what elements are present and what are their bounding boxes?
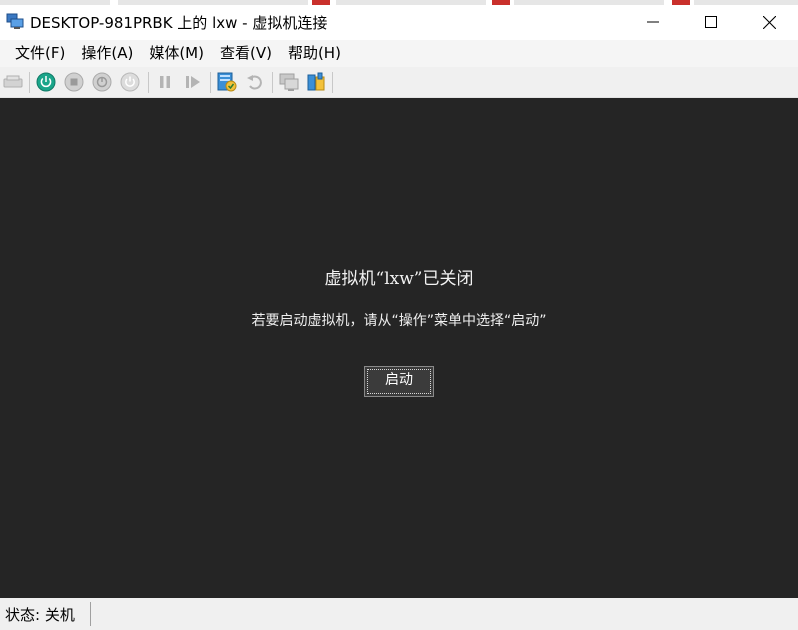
toolbar-separator (272, 72, 273, 93)
menu-view[interactable]: 查看(V) (212, 40, 280, 67)
vm-connection-window: DESKTOP-981PRBK 上的 lxw - 虚拟机连接 文件(F) 操作(… (0, 0, 798, 630)
focus-rectangle (367, 369, 431, 394)
start-button[interactable]: 启动 (364, 366, 434, 397)
menu-help[interactable]: 帮助(H) (280, 40, 349, 67)
share-icon (307, 72, 325, 91)
save-icon (120, 72, 140, 92)
enhanced-session-icon (279, 73, 299, 91)
menu-media[interactable]: 媒体(M) (141, 40, 212, 67)
checkpoint-icon (217, 72, 237, 92)
toolbar (0, 67, 798, 98)
reset-button[interactable] (182, 71, 204, 93)
revert-button[interactable] (244, 71, 266, 93)
vm-display-area[interactable]: 虚拟机“lxw”已关闭 若要启动虚拟机，请从“操作”菜单中选择“启动” 启动 (0, 98, 798, 598)
menu-bar: 文件(F) 操作(A) 媒体(M) 查看(V) 帮助(H) (0, 40, 798, 67)
ctrl-alt-del-button[interactable] (2, 71, 24, 93)
toolbar-separator (148, 72, 149, 93)
menu-file[interactable]: 文件(F) (7, 40, 73, 67)
status-separator (90, 602, 91, 626)
turn-off-button[interactable] (63, 71, 85, 93)
enhanced-session-button[interactable] (278, 71, 300, 93)
pause-button[interactable] (154, 71, 176, 93)
start-icon (36, 72, 56, 92)
close-icon (762, 15, 776, 29)
status-text: 状态: 关机 (5, 605, 75, 624)
vm-off-title: 虚拟机“lxw”已关闭 (324, 269, 474, 289)
turn-off-icon (64, 72, 84, 92)
title-bar[interactable]: DESKTOP-981PRBK 上的 lxw - 虚拟机连接 (0, 0, 798, 40)
pause-icon (160, 76, 170, 88)
vm-connect-app-icon (6, 13, 24, 29)
minimize-button[interactable] (624, 5, 682, 39)
window-title: DESKTOP-981PRBK 上的 lxw - 虚拟机连接 (30, 14, 328, 32)
menu-action[interactable]: 操作(A) (73, 40, 141, 67)
status-bar: 状态: 关机 (0, 598, 798, 630)
checkpoint-button[interactable] (216, 71, 238, 93)
toolbar-separator (29, 72, 30, 93)
reset-icon (186, 76, 200, 88)
ctrl-alt-del-icon (3, 75, 23, 88)
maximize-icon (705, 16, 717, 28)
revert-icon (247, 75, 262, 90)
shut-down-button[interactable] (91, 71, 113, 93)
toolbar-separator (210, 72, 211, 93)
maximize-button[interactable] (682, 5, 740, 39)
close-button[interactable] (740, 5, 798, 39)
shut-down-icon (92, 72, 112, 92)
minimize-icon (647, 21, 659, 23)
share-button[interactable] (305, 71, 327, 93)
start-vm-button[interactable] (35, 71, 57, 93)
vm-start-hint: 若要启动虚拟机，请从“操作”菜单中选择“启动” (251, 313, 547, 329)
save-button[interactable] (119, 71, 141, 93)
toolbar-separator (332, 72, 333, 93)
